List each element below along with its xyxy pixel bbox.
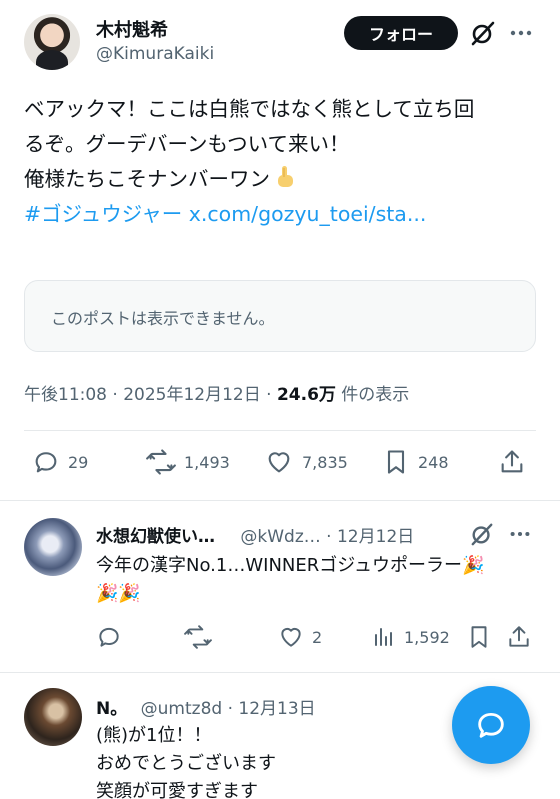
- reply-date[interactable]: · 12月13日: [222, 699, 316, 719]
- divider: [24, 430, 536, 431]
- reply-avatar[interactable]: [24, 518, 82, 576]
- reply-text-line: おめでとうございます: [96, 753, 276, 774]
- bookmark-button[interactable]: 248: [382, 448, 449, 476]
- post-text-line: ベアックマ！ここは白熊ではなく熊として立ち回: [24, 97, 475, 121]
- repost-icon: [146, 448, 176, 476]
- reply-author-name[interactable]: N。: [96, 699, 127, 719]
- like-button[interactable]: 2: [278, 624, 322, 650]
- author-handle[interactable]: @KimuraKaiki: [96, 44, 214, 64]
- bookmark-button[interactable]: [466, 624, 492, 650]
- repost-count: 1,493: [184, 452, 230, 472]
- post-text-line3: 俺様たちこそナンバーワン: [24, 167, 270, 191]
- follow-button[interactable]: フォロー: [344, 16, 458, 50]
- divider: [0, 672, 560, 673]
- like-count: 2: [312, 627, 323, 647]
- reply-text-line: (熊)が1位！！: [96, 725, 212, 746]
- reply-author-name[interactable]: 水想幻獣使い…: [96, 527, 215, 547]
- heart-icon: [264, 448, 294, 476]
- share-button[interactable]: [506, 624, 532, 650]
- bookmark-count: 248: [418, 452, 449, 472]
- post-text: ベアックマ！ここは白熊ではなく熊として立ち回 るぞ。グーデバーンもついて来い！ …: [24, 92, 544, 232]
- reply-text-line: 笑顔が可愛すぎます: [96, 781, 258, 799]
- reply-count: 29: [68, 452, 89, 472]
- bookmark-icon: [382, 448, 410, 476]
- post-actions: 29 1,493 7,835 248: [24, 448, 536, 488]
- post-text-line: るぞ。グーデバーンもついて来い！: [24, 132, 350, 156]
- post-timestamp[interactable]: 午後11:08 · 2025年12月12日 ·: [24, 385, 277, 405]
- reply-date[interactable]: · 12月12日: [321, 527, 414, 547]
- reply-header: N。 @umtz8d · 12月13日: [96, 694, 316, 719]
- pointing-up-emoji-icon: [274, 164, 296, 190]
- post-text-line: 俺様たちこそナンバーワン: [24, 162, 544, 197]
- views-count: 1,592: [404, 627, 450, 647]
- repost-button[interactable]: 1,493: [146, 448, 230, 476]
- reply-text-line: 🎉🎉: [96, 583, 141, 604]
- hashtag-link[interactable]: #ゴジュウジャー: [24, 202, 182, 226]
- reply-button[interactable]: [96, 624, 122, 650]
- reply-author-handle[interactable]: @kWdz…: [240, 527, 320, 547]
- author-avatar[interactable]: [24, 14, 80, 70]
- like-button[interactable]: 7,835: [264, 448, 348, 476]
- more-icon[interactable]: [508, 522, 532, 546]
- view-count: 24.6万: [276, 385, 336, 405]
- reply-text: (熊)が1位！！ おめでとうございます 笑顔が可愛すぎます: [96, 722, 276, 799]
- reply-button[interactable]: 29: [32, 448, 88, 476]
- reply-avatar[interactable]: [24, 688, 82, 746]
- heart-icon: [278, 624, 304, 650]
- views-button[interactable]: 1,592: [372, 624, 450, 650]
- grok-icon[interactable]: [470, 20, 496, 46]
- author-name[interactable]: 木村魁希: [96, 16, 168, 42]
- repost-button[interactable]: [184, 624, 212, 650]
- more-icon[interactable]: [508, 20, 534, 46]
- reply-icon: [32, 448, 60, 476]
- like-count: 7,835: [302, 452, 348, 472]
- post-header: 木村魁希 @KimuraKaiki フォロー: [24, 14, 544, 72]
- share-icon: [498, 448, 526, 476]
- post-meta: 午後11:08 · 2025年12月12日 · 24.6万 件の表示: [24, 380, 409, 405]
- divider: [0, 500, 560, 501]
- compose-reply-button[interactable]: [452, 686, 530, 764]
- share-icon: [506, 624, 532, 650]
- quoted-post-unavailable-text: このポストは表示できません。: [51, 309, 275, 328]
- view-count-suffix: 件の表示: [335, 385, 410, 405]
- grok-icon[interactable]: [470, 522, 494, 546]
- post-text-line: #ゴジュウジャー x.com/gozyu_toei/sta...: [24, 197, 544, 232]
- url-link[interactable]: x.com/gozyu_toei/sta...: [189, 202, 427, 226]
- reply-text: 今年の漢字No.1…WINNERゴジュウポーラー🎉 🎉🎉: [96, 552, 484, 608]
- share-button[interactable]: [498, 448, 526, 476]
- reply-author-handle[interactable]: @umtz8d: [141, 699, 223, 719]
- reply-icon: [96, 624, 122, 650]
- bookmark-icon: [466, 624, 492, 650]
- views-icon: [372, 624, 396, 650]
- quoted-post-unavailable: このポストは表示できません。: [24, 280, 536, 352]
- repost-icon: [184, 624, 212, 650]
- reply-compose-icon: [474, 708, 508, 742]
- reply-text-line: 今年の漢字No.1…WINNERゴジュウポーラー🎉: [96, 555, 485, 576]
- reply-header: 水想幻獣使い… @kWdz… · 12月12日: [96, 522, 414, 547]
- reply-actions: 2 1,592: [96, 624, 536, 658]
